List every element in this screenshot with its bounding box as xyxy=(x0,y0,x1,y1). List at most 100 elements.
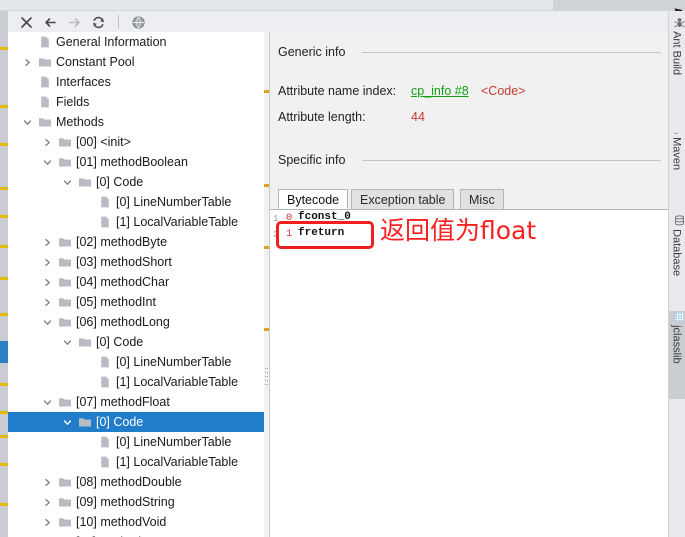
tree-node[interactable]: [02] methodByte xyxy=(8,232,264,252)
tree-node-label: Constant Pool xyxy=(56,55,135,69)
tree-node[interactable]: [10] methodVoid xyxy=(8,512,264,532)
tree-node[interactable]: Fields xyxy=(8,92,264,112)
tree-node-collapse-arrow-icon[interactable] xyxy=(20,112,34,132)
tree-node-label: [0] Code xyxy=(96,175,144,189)
tree-node[interactable]: [0] LineNumberTable xyxy=(8,352,264,372)
window-title-strip xyxy=(0,0,685,11)
tree-node-label: [1] LocalVariableTable xyxy=(116,215,239,229)
tab-misc[interactable]: Misc xyxy=(460,189,504,209)
reload-icon[interactable] xyxy=(90,14,107,31)
tree-node[interactable]: General Information xyxy=(8,32,264,52)
tree-node-label: [07] methodFloat xyxy=(76,395,170,409)
tree-node[interactable]: [01] methodBoolean xyxy=(8,152,264,172)
tree-node-label: [05] methodInt xyxy=(76,295,156,309)
tree-node[interactable]: [0] Code xyxy=(8,412,264,432)
tree-node-label: Interfaces xyxy=(56,75,111,89)
tree-node[interactable]: [0] Code xyxy=(8,332,264,352)
bytecode-panel[interactable]: 1 0 fconst_0 2 1 freturn 返回值为float xyxy=(270,210,669,537)
tree-node[interactable]: [07] methodFloat xyxy=(8,392,264,412)
right-tab-database[interactable]: Database xyxy=(669,215,685,303)
tree-node-label: [0] Code xyxy=(96,415,144,429)
tree-node-expand-arrow-icon[interactable] xyxy=(40,252,54,272)
tree-node-expand-arrow-icon[interactable] xyxy=(40,292,54,312)
tree-node-expand-arrow-icon[interactable] xyxy=(40,132,54,152)
right-tab-database-label: Database xyxy=(670,229,683,277)
tree-node-label: [1] LocalVariableTable xyxy=(116,375,239,389)
tree-node-expand-arrow-icon[interactable] xyxy=(40,532,54,537)
tree-node-collapse-arrow-icon[interactable] xyxy=(60,332,74,352)
jclasslib-tool-window: General Information Constant Pool Interfac… xyxy=(0,0,685,537)
tree-root: General Information Constant Pool Interfac… xyxy=(8,32,264,537)
tree-node-collapse-arrow-icon[interactable] xyxy=(60,172,74,192)
tree-node-expand-arrow-icon[interactable] xyxy=(40,472,54,492)
right-tab-maven[interactable]: m Maven xyxy=(669,123,685,195)
attribute-detail-panel: Generic info Attribute name index: cp_in… xyxy=(270,32,669,537)
attribute-length-value: 44 xyxy=(411,110,425,124)
close-icon[interactable] xyxy=(18,14,35,31)
tree-node-folder-icon xyxy=(58,532,74,537)
tree-node[interactable]: [0] LineNumberTable xyxy=(8,192,264,212)
attribute-name-index-link[interactable]: cp_info #8 xyxy=(411,84,469,98)
tree-node-label: [0] LineNumberTable xyxy=(116,195,232,209)
tree-node-label: [10] methodVoid xyxy=(76,515,167,529)
class-structure-tree[interactable]: General Information Constant Pool Interfac… xyxy=(8,32,264,537)
tree-node-label: [02] methodByte xyxy=(76,235,168,249)
specific-info-heading: Specific info xyxy=(278,153,346,167)
right-tool-tab-bar: Ant Build m Maven Database xyxy=(668,11,685,537)
tree-node-label: [0] Code xyxy=(96,335,144,349)
tree-node-label: [09] methodString xyxy=(76,495,175,509)
tree-node[interactable]: [05] methodInt xyxy=(8,292,264,312)
tree-node-expand-arrow-icon[interactable] xyxy=(40,232,54,252)
generic-info-rule xyxy=(362,52,661,53)
tree-node[interactable]: [1] LocalVariableTable xyxy=(8,212,264,232)
tree-node[interactable]: [06] methodLong xyxy=(8,312,264,332)
annotation-text: 返回值为float xyxy=(380,216,537,245)
svg-text:m: m xyxy=(674,132,681,134)
tree-node-label: [01] methodBoolean xyxy=(76,155,188,169)
tree-node[interactable]: [1] LocalVariableTable xyxy=(8,372,264,392)
tree-node-expand-arrow-icon[interactable] xyxy=(40,492,54,512)
tree-node-collapse-arrow-icon[interactable] xyxy=(60,412,74,432)
tree-node[interactable]: Methods xyxy=(8,112,264,132)
tree-node-collapse-arrow-icon[interactable] xyxy=(40,312,54,332)
tree-node[interactable]: Constant Pool xyxy=(8,52,264,72)
tree-node[interactable]: [0] Code xyxy=(8,172,264,192)
specific-info-tabstrip: Bytecode Exception table Misc xyxy=(278,189,669,210)
tree-node-collapse-arrow-icon[interactable] xyxy=(40,392,54,412)
tab-bytecode[interactable]: Bytecode xyxy=(278,189,349,209)
title-strip-middle xyxy=(553,0,685,10)
tree-node-label: General Information xyxy=(56,35,167,49)
back-arrow-icon[interactable] xyxy=(42,14,59,31)
tree-node[interactable]: [0] LineNumberTable xyxy=(8,432,264,452)
specific-info-rule xyxy=(362,160,661,161)
tree-node[interactable]: [04] methodChar xyxy=(8,272,264,292)
tree-node-label: [03] methodShort xyxy=(76,255,172,269)
maven-icon: m xyxy=(674,132,681,134)
tree-node[interactable]: [09] methodString xyxy=(8,492,264,512)
tree-node-expand-arrow-icon[interactable] xyxy=(40,512,54,532)
forward-arrow-icon[interactable] xyxy=(66,14,83,31)
right-tab-jclasslib[interactable]: jclasslib xyxy=(669,311,685,399)
right-tab-ant-build[interactable]: Ant Build xyxy=(669,17,685,103)
tab-exception-table[interactable]: Exception table xyxy=(351,189,455,209)
tree-node-label: [08] methodDouble xyxy=(76,475,182,489)
tree-node[interactable]: Interfaces xyxy=(8,72,264,92)
tree-node[interactable]: [1] LocalVariableTable xyxy=(8,452,264,472)
tree-node[interactable]: [08] methodDouble xyxy=(8,472,264,492)
generic-info-heading: Generic info xyxy=(278,45,346,59)
database-icon xyxy=(675,215,684,226)
marker-gutter[interactable] xyxy=(0,11,8,537)
tree-node-expand-arrow-icon[interactable] xyxy=(20,52,34,72)
tree-node[interactable]: [11] methodDate xyxy=(8,532,264,537)
tree-node-collapse-arrow-icon[interactable] xyxy=(40,152,54,172)
tree-node[interactable]: [00] <init> xyxy=(8,132,264,152)
tool-window-toolbar xyxy=(8,11,669,33)
tree-node-label: [11] methodDate xyxy=(76,532,168,537)
tree-node-label: [1] LocalVariableTable xyxy=(116,455,239,469)
right-tab-ant-build-label: Ant Build xyxy=(670,31,683,76)
tree-node[interactable]: [03] methodShort xyxy=(8,252,264,272)
tree-node-label: [06] methodLong xyxy=(76,315,170,329)
tree-node-expand-arrow-icon[interactable] xyxy=(40,272,54,292)
marker-gutter-thumb xyxy=(0,341,8,363)
browser-globe-icon[interactable] xyxy=(130,14,147,31)
